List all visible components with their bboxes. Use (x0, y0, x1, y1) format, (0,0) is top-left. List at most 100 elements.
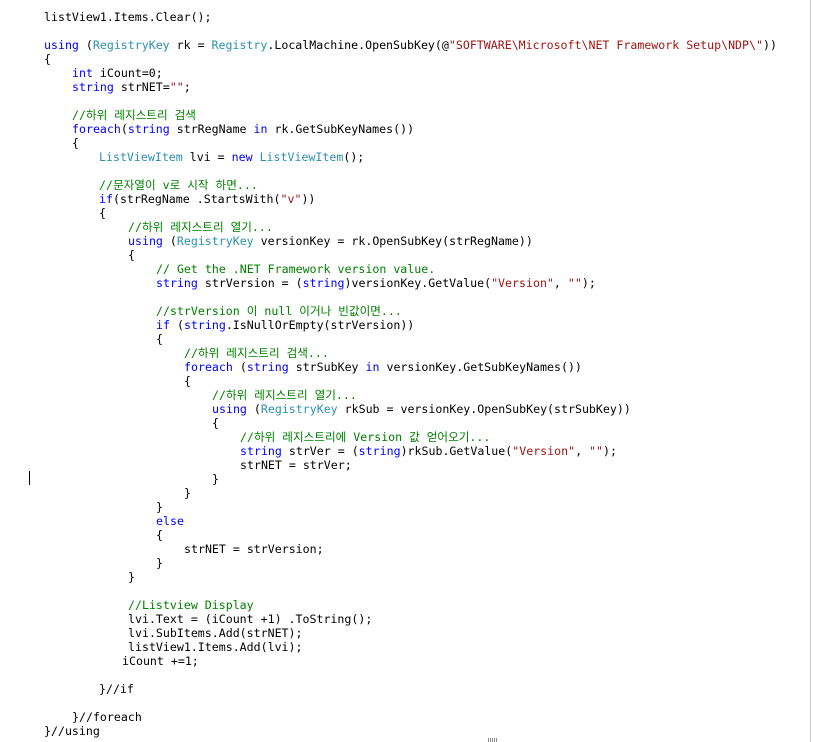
code-token: versionKey.GetSubKeyNames()) (379, 360, 582, 374)
code-line[interactable]: } (212, 472, 219, 486)
code-line[interactable]: using (RegistryKey rk = Registry.LocalMa… (44, 38, 777, 52)
code-line[interactable]: foreach(string strRegName in rk.GetSubKe… (72, 122, 414, 136)
code-token: strNET = strVer; (240, 458, 352, 472)
code-token: foreach (184, 360, 233, 374)
code-line[interactable]: string strNET=""; (72, 80, 191, 94)
code-line[interactable]: int iCount=0; (72, 66, 163, 80)
code-line[interactable]: //문자열이 v로 시작 하면... (99, 178, 258, 192)
code-line[interactable]: }//if (99, 682, 134, 696)
code-token: .LocalMachine.OpenSubKey(@ (267, 38, 449, 52)
code-line[interactable]: { (99, 206, 106, 220)
code-line[interactable]: //Listview Display (128, 598, 254, 612)
code-token: ); (581, 276, 596, 290)
code-line[interactable]: lvi.Text = (iCount +1) .ToString(); (128, 612, 372, 626)
code-line[interactable]: listView1.Items.Add(lvi); (128, 640, 303, 654)
code-line[interactable]: //strVersion 이 null 이거나 빈값이면... (156, 304, 402, 318)
code-token: iCount=0; (92, 66, 163, 80)
code-line[interactable]: // Get the .NET Framework version value. (156, 262, 435, 276)
code-token: new (231, 150, 253, 164)
code-token: { (128, 248, 135, 262)
code-token: //Listview Display (128, 598, 254, 612)
code-line[interactable]: strNET = strVersion; (184, 542, 324, 556)
editor-right-border (810, 0, 811, 742)
code-token: using (212, 402, 247, 416)
code-token: RegistryKey (260, 402, 338, 416)
code-token: ListViewItem (99, 150, 183, 164)
code-token: (); (343, 150, 365, 164)
code-token: }//foreach (72, 710, 142, 724)
code-line[interactable]: { (44, 52, 51, 66)
code-token: rk.GetSubKeyNames()) (267, 122, 415, 136)
code-token: string (240, 444, 282, 458)
code-token: else (156, 514, 184, 528)
code-token: foreach (72, 122, 121, 136)
code-token: in (253, 122, 268, 136)
code-token: )versionKey.GetValue( (344, 276, 492, 290)
code-line[interactable]: { (72, 136, 79, 150)
code-line[interactable]: { (156, 528, 163, 542)
code-line[interactable]: //하위 레지스트리 검색 (72, 108, 196, 122)
code-token: (strRegName .StartsWith( (112, 192, 281, 206)
code-line[interactable]: using (RegistryKey versionKey = rk.OpenS… (128, 234, 533, 248)
code-token: { (156, 528, 163, 542)
resize-grip-icon[interactable] (488, 738, 498, 742)
code-line[interactable]: }//foreach (72, 710, 142, 724)
code-token: lvi = (182, 150, 232, 164)
code-token: // Get the .NET Framework version value. (156, 262, 436, 276)
code-token: //하위 레지스트리에 Version 값 얻어오기... (240, 430, 491, 444)
code-token: ( (169, 318, 184, 332)
code-token: { (72, 136, 79, 150)
code-token: string (302, 276, 345, 290)
code-line[interactable]: strNET = strVer; (240, 458, 352, 472)
code-line[interactable]: } (128, 570, 135, 584)
code-token: } (184, 486, 191, 500)
code-token: ( (162, 234, 177, 248)
code-line[interactable]: { (184, 374, 191, 388)
code-line[interactable]: //하위 레지스트리에 Version 값 얻어오기... (240, 430, 490, 444)
code-line[interactable]: listView1.Items.Clear(); (44, 10, 212, 24)
code-line[interactable]: foreach (string strSubKey in versionKey.… (184, 360, 582, 374)
code-token: )) (762, 38, 777, 52)
code-line[interactable]: using (RegistryKey rkSub = versionKey.Op… (212, 402, 631, 416)
code-token: }//using (44, 724, 100, 738)
code-token: if (99, 192, 113, 206)
code-token: ( (232, 360, 247, 374)
code-token: , (575, 444, 590, 458)
code-line[interactable]: //하위 레지스트리 열기... (212, 388, 357, 402)
code-token: , (553, 276, 568, 290)
code-token: string (183, 318, 226, 332)
code-line[interactable]: string strVersion = (string)versionKey.G… (156, 276, 596, 290)
code-line[interactable]: ListViewItem lvi = new ListViewItem(); (99, 150, 364, 164)
code-token: //strVersion 이 null 이거나 빈값이면... (156, 304, 402, 318)
code-line[interactable]: { (156, 332, 163, 346)
code-token: if (156, 318, 170, 332)
code-line[interactable]: //하위 레지스트리 검색... (184, 346, 329, 360)
code-token: { (212, 416, 219, 430)
code-token: int (72, 66, 93, 80)
code-line[interactable]: if(strRegName .StartsWith("v")) (99, 192, 315, 206)
code-token: RegistryKey (176, 234, 254, 248)
code-line[interactable]: } (184, 486, 191, 500)
code-line[interactable]: } (156, 500, 163, 514)
code-line[interactable]: else (156, 514, 184, 528)
code-token: { (44, 52, 51, 66)
code-line[interactable]: }//using (44, 724, 100, 738)
code-line[interactable]: string strVer = (string)rkSub.GetValue("… (240, 444, 617, 458)
code-line[interactable]: { (128, 248, 135, 262)
code-token: using (128, 234, 163, 248)
code-token: listView1.Items.Clear(); (44, 10, 212, 24)
code-token: .IsNullOrEmpty(strVersion)) (225, 318, 415, 332)
code-token: "" (589, 444, 604, 458)
code-line[interactable]: iCount +=1; (122, 654, 199, 668)
code-line[interactable]: if (string.IsNullOrEmpty(strVersion)) (156, 318, 414, 332)
code-token: lvi.Text = (iCount +1) .ToString(); (128, 612, 373, 626)
code-editor[interactable]: listView1.Items.Clear(); using (RegistryK… (0, 0, 813, 742)
code-token: in (365, 360, 380, 374)
code-line[interactable]: } (156, 556, 163, 570)
code-line[interactable]: lvi.SubItems.Add(strNET); (128, 626, 303, 640)
code-line[interactable]: { (212, 416, 219, 430)
code-token: strNET= (113, 80, 170, 94)
code-line[interactable]: //하위 레지스트리 열기... (128, 220, 273, 234)
text-caret (29, 471, 30, 485)
